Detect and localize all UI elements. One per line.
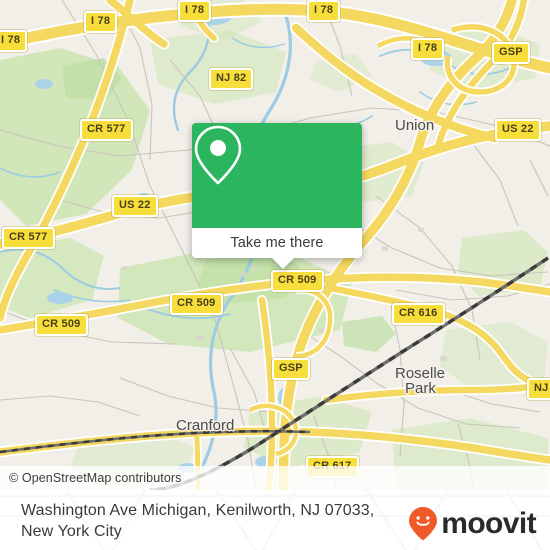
- moovit-smiley-pin-icon: [409, 507, 438, 541]
- moovit-brand[interactable]: moovit: [408, 506, 537, 542]
- location-address: Washington Ave Michigan, Kenilworth, NJ …: [21, 500, 401, 542]
- shield-nj82[interactable]: NJ 82: [209, 68, 254, 90]
- shield-gsp-lower[interactable]: GSP: [272, 358, 310, 380]
- shield-i78-top[interactable]: I 78: [84, 11, 118, 33]
- map-pin-icon: [194, 125, 242, 185]
- shield-gsp-topright[interactable]: GSP: [492, 42, 530, 64]
- footer-bar: Washington Ave Michigan, Kenilworth, NJ …: [0, 490, 550, 550]
- shield-us22-right[interactable]: US 22: [495, 119, 541, 141]
- address-line-1: Washington Ave Michigan, Kenilworth, NJ …: [21, 502, 375, 519]
- map-attribution-bar: © OpenStreetMap contributors: [0, 466, 550, 490]
- shield-cr509-center[interactable]: CR 509: [271, 270, 324, 292]
- popup-tail-arrow: [272, 258, 294, 269]
- take-me-there-button[interactable]: Take me there: [192, 228, 362, 258]
- moovit-wordmark: moovit: [441, 507, 536, 540]
- place-label-union: Union: [395, 117, 435, 134]
- place-label-roselle-park: Park: [405, 380, 436, 397]
- shield-nj2-edge[interactable]: NJ 2: [527, 378, 550, 400]
- shield-i78-topright[interactable]: I 78: [307, 0, 341, 22]
- osm-attribution-text[interactable]: © OpenStreetMap contributors: [0, 471, 182, 485]
- shield-i78-topcenter[interactable]: I 78: [178, 0, 212, 22]
- popup-header: [192, 123, 362, 228]
- shield-cr577-upper[interactable]: CR 577: [80, 119, 133, 141]
- shield-cr509-left[interactable]: CR 509: [35, 314, 88, 336]
- shield-cr577-lower[interactable]: CR 577: [2, 227, 55, 249]
- shield-i78-leftedge[interactable]: I 78: [0, 30, 28, 52]
- screenshot-frame: I 78 I 78 I 78 I 78 I 78 GSP NJ 82 US 22…: [0, 0, 550, 550]
- shield-us22-left[interactable]: US 22: [112, 195, 158, 217]
- place-label-cranford: Cranford: [176, 417, 235, 434]
- shield-cr616[interactable]: CR 616: [392, 303, 445, 325]
- address-line-2: New York City: [21, 523, 122, 540]
- shield-i78-right[interactable]: I 78: [411, 38, 445, 60]
- location-popup-card[interactable]: Take me there: [192, 123, 362, 269]
- shield-cr509-mid[interactable]: CR 509: [170, 293, 223, 315]
- take-me-there-label: Take me there: [230, 235, 324, 251]
- map-canvas[interactable]: I 78 I 78 I 78 I 78 I 78 GSP NJ 82 US 22…: [0, 0, 550, 490]
